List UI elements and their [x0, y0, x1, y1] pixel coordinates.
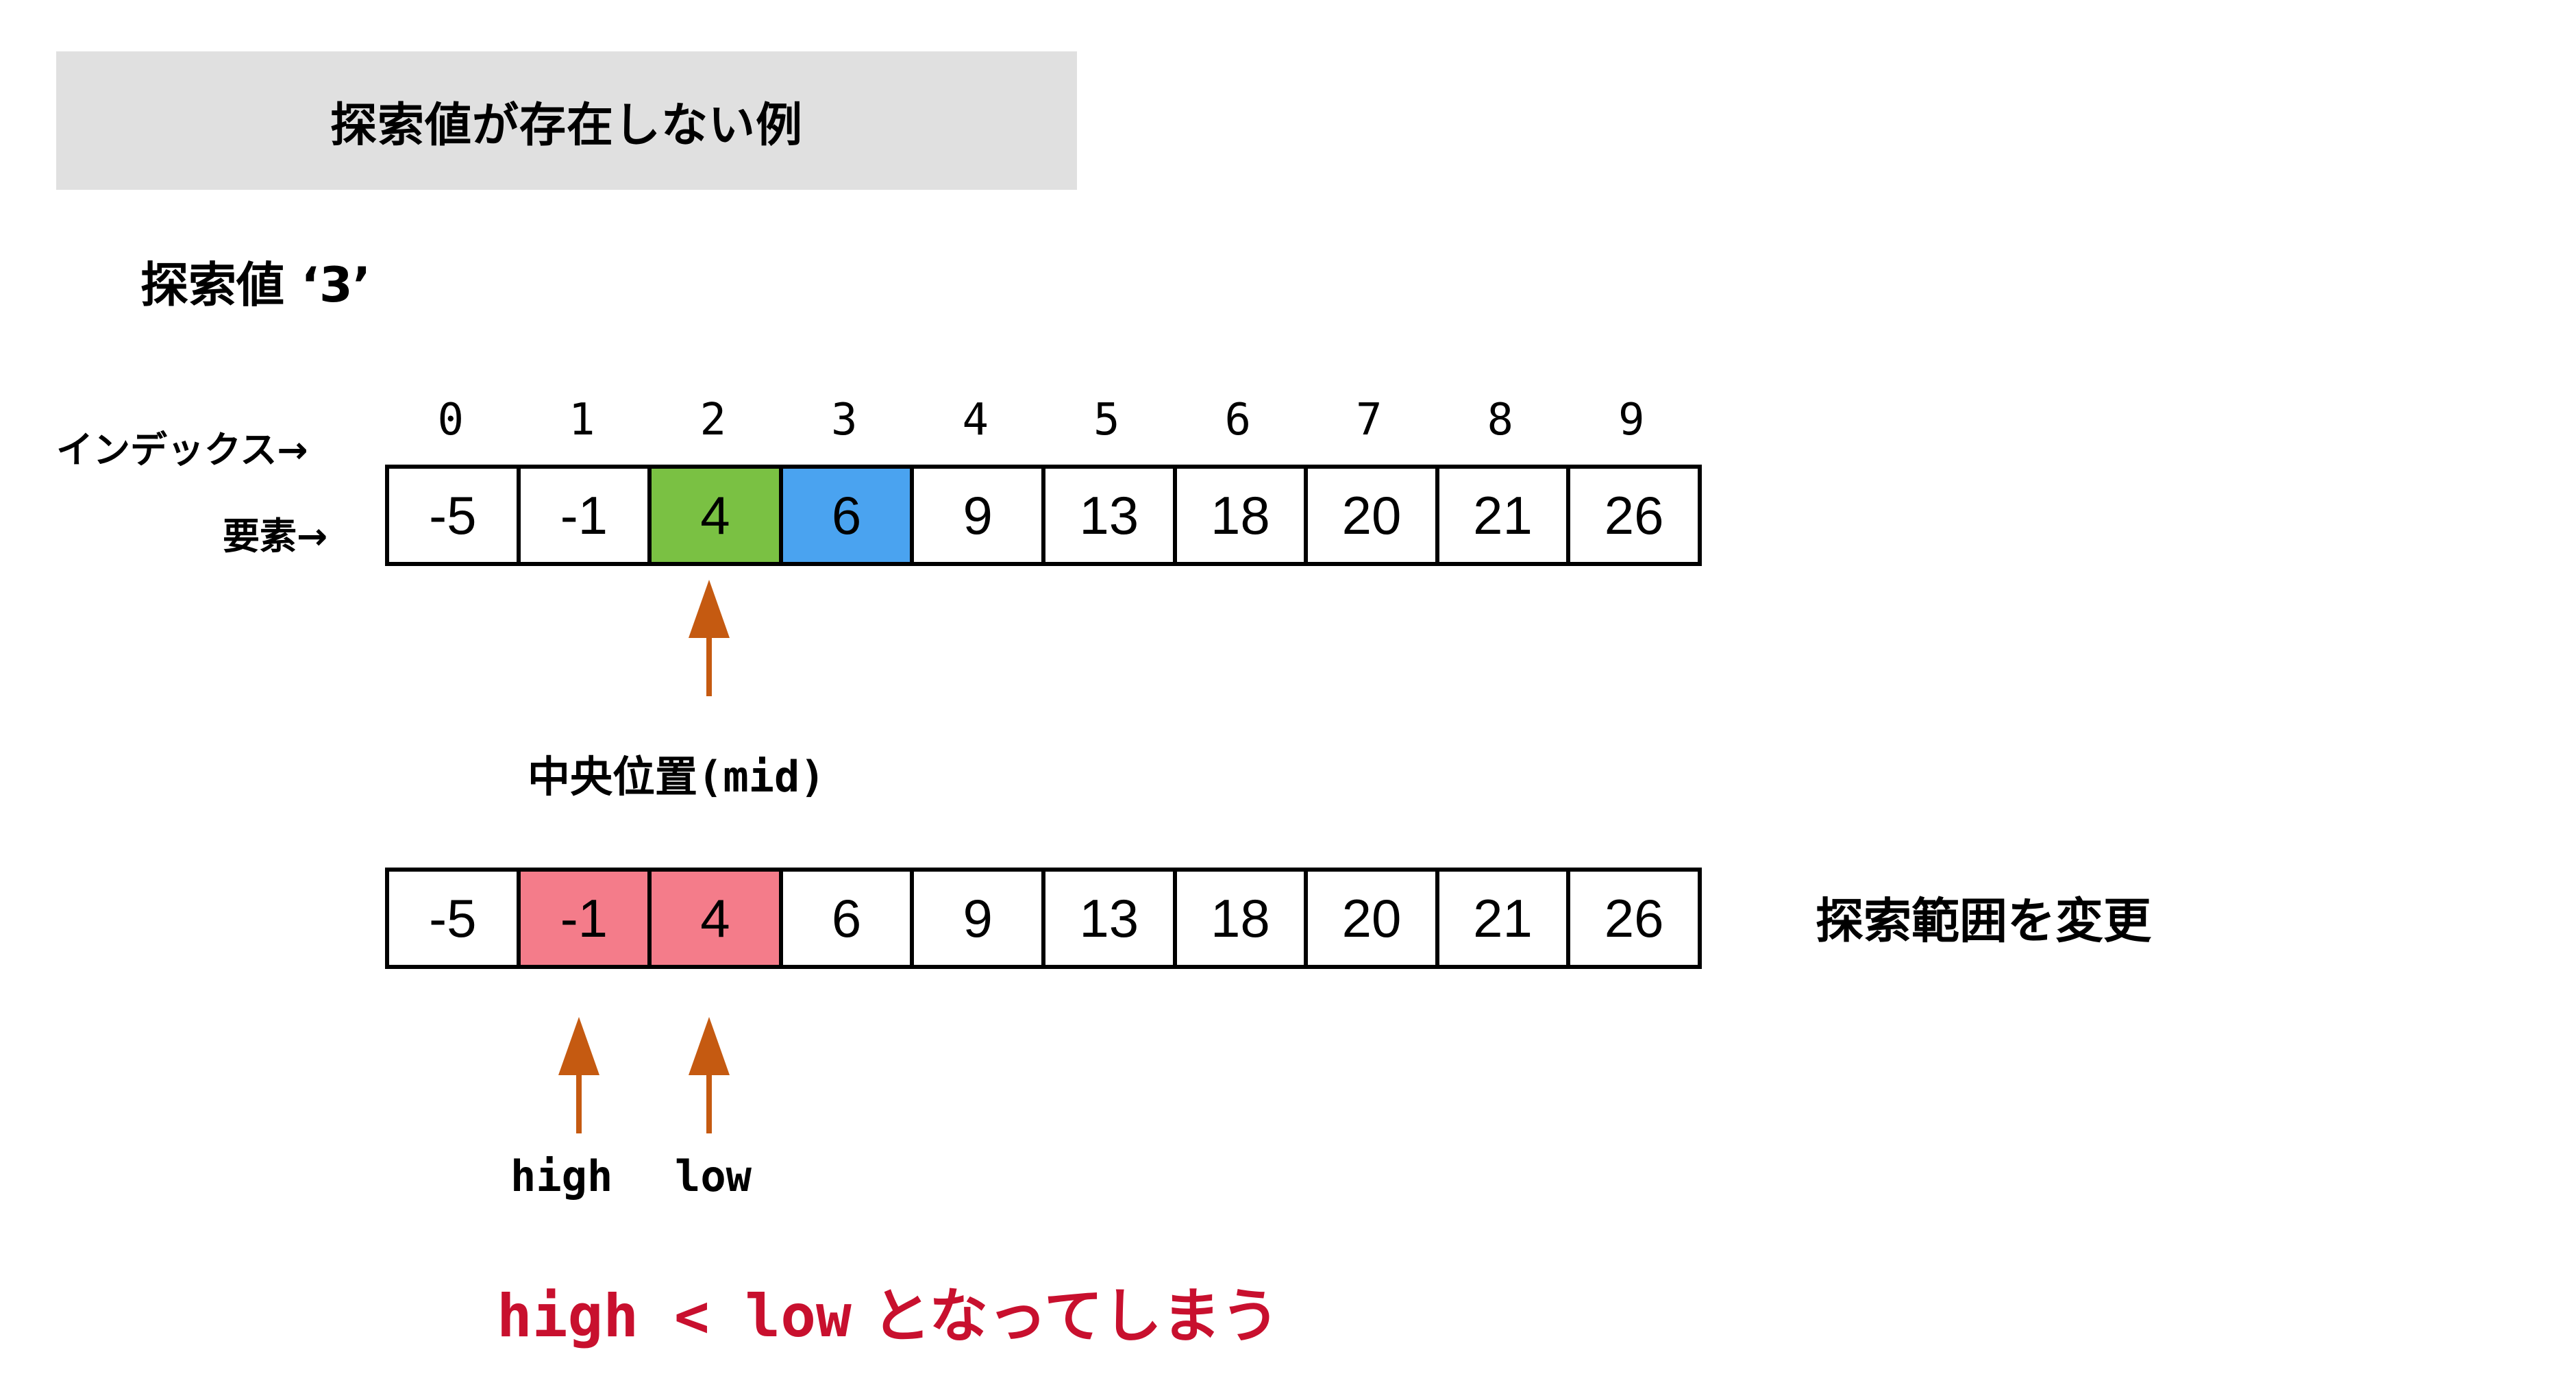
array-cell: 21	[1439, 872, 1571, 965]
array-before: -5 -1 4 6 9 13 18 20 21 26	[385, 465, 1702, 566]
low-arrow-icon	[689, 1017, 730, 1133]
index-cell: 1	[568, 395, 595, 445]
index-cell: 8	[1487, 395, 1514, 445]
high-pointer-label: high	[510, 1151, 613, 1201]
array-cell: 20	[1308, 872, 1439, 965]
element-row-label: 要素→	[223, 515, 328, 558]
array-cell-range: -1	[520, 872, 652, 965]
conclusion-code: high < low	[497, 1282, 852, 1351]
array-cell: 21	[1439, 469, 1571, 562]
low-pointer-label: low	[675, 1151, 752, 1201]
index-cell: 9	[1618, 395, 1645, 445]
high-arrow-icon	[558, 1017, 599, 1133]
array-cell: 9	[914, 469, 1045, 562]
array-cell: 26	[1570, 872, 1698, 965]
change-range-label: 探索範囲を変更	[1816, 893, 2151, 949]
index-cell: 6	[1224, 395, 1252, 445]
index-row: 0 1 2 3 4 5 6 7 8 9	[385, 389, 1697, 451]
mid-label-code: (mid)	[697, 752, 826, 802]
array-cell: 13	[1045, 872, 1177, 965]
array-cell: 18	[1176, 872, 1309, 965]
search-value-label: 探索値 ‘3’	[140, 257, 371, 313]
array-cell: 9	[914, 872, 1045, 965]
array-cell: 13	[1045, 469, 1177, 562]
index-cell: 5	[1093, 395, 1120, 445]
array-cell: 18	[1176, 469, 1309, 562]
index-row-label: インデックス→	[56, 428, 308, 471]
index-cell: 0	[437, 395, 465, 445]
array-cell: -1	[520, 469, 652, 562]
conclusion-jp: となってしまう	[871, 1282, 1280, 1351]
conclusion-text: high < low となってしまう	[497, 1268, 1280, 1353]
index-cell: 3	[830, 395, 858, 445]
index-cell: 4	[962, 395, 989, 445]
array-cell: 26	[1570, 469, 1698, 562]
mid-label: 中央位置(mid)	[528, 742, 826, 804]
array-cell: -5	[389, 872, 521, 965]
index-cell: 2	[699, 395, 727, 445]
mid-arrow-icon	[689, 580, 730, 696]
array-cell: 20	[1308, 469, 1439, 562]
array-after: -5 -1 4 6 9 13 18 20 21 26	[385, 868, 1702, 969]
page-title: 探索値が存在しない例	[330, 98, 803, 153]
array-cell-range: 4	[652, 872, 783, 965]
array-cell-mid: 4	[652, 469, 783, 562]
title-box: 探索値が存在しない例	[56, 51, 1077, 190]
array-cell: -5	[389, 469, 521, 562]
array-cell-target: 6	[782, 469, 915, 562]
index-cell: 7	[1355, 395, 1383, 445]
array-cell: 6	[782, 872, 915, 965]
mid-label-jp: 中央位置	[528, 752, 698, 802]
